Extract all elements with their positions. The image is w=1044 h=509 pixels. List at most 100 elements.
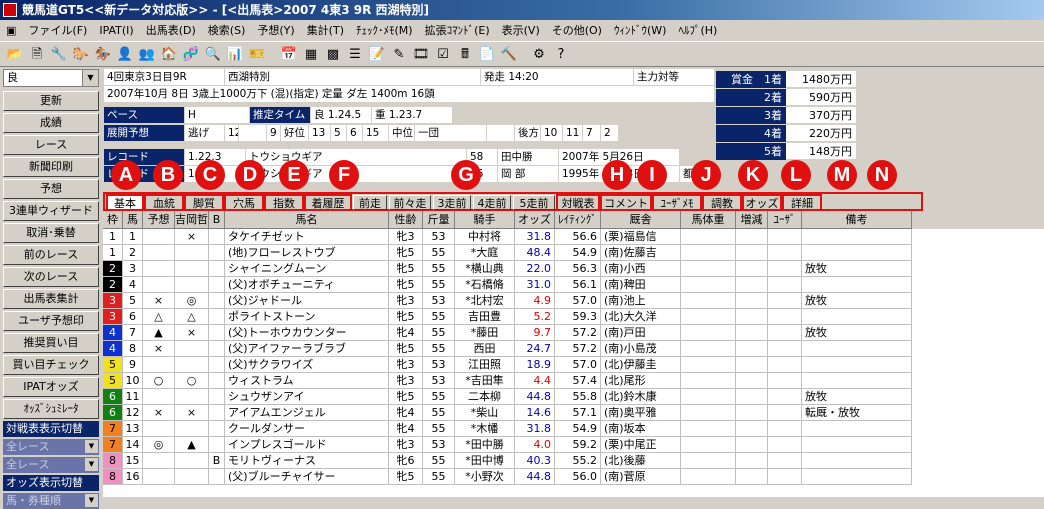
sidebar-button-6[interactable]: 取消･乗替 bbox=[3, 223, 99, 243]
tool-icon[interactable]: 🔧 bbox=[50, 46, 68, 64]
sidebar-button-3[interactable]: 新聞印刷 bbox=[3, 157, 99, 177]
sidebar-button-7[interactable]: 前のレース bbox=[3, 245, 99, 265]
list-icon[interactable]: ☰ bbox=[346, 46, 364, 64]
menu-item-4[interactable]: 予想(Y) bbox=[251, 20, 300, 41]
tab-1[interactable]: 血統 bbox=[144, 194, 184, 211]
table-row[interactable]: 5 10 ○ ○ ウィストラム 牝3 53 *吉田隼 4.4 57.4 (北)尾形 bbox=[103, 373, 1044, 389]
horse-icon[interactable]: 🐎 bbox=[72, 46, 90, 64]
table-row[interactable]: 7 13 クールダンサー 牝4 55 *木幡 31.8 54.9 (南)坂本 bbox=[103, 421, 1044, 437]
owner-icon[interactable]: 👥 bbox=[138, 46, 156, 64]
table-row[interactable]: 3 6 △ △ ポライトストーン 牝5 55 吉田豊 5.2 59.3 (北)大久洋 bbox=[103, 309, 1044, 325]
trainer-icon[interactable]: 👤 bbox=[116, 46, 134, 64]
calendar-icon[interactable]: 📅 bbox=[280, 46, 298, 64]
memo-icon[interactable]: 📝 bbox=[368, 46, 386, 64]
chart-icon[interactable]: 📊 bbox=[226, 46, 244, 64]
tab-0[interactable]: 基本 bbox=[106, 194, 144, 211]
sidebar-button-14[interactable]: ｵｯｽﾞｼｭﾐﾚｰﾀ bbox=[3, 399, 99, 419]
sidebar-button-13[interactable]: IPATオッズ bbox=[3, 377, 99, 397]
table-row[interactable]: 6 12 × × アイアムエンジェル 牝4 55 *柴山 14.6 57.1 (南)奥平雅 転厩・放牧 bbox=[103, 405, 1044, 421]
film-icon[interactable]: 🎞 bbox=[412, 46, 430, 64]
tab-15[interactable]: オッズ bbox=[742, 194, 782, 211]
table-row[interactable]: 1 2 (地)フローレストウブ 牝5 55 *大庭 48.4 54.9 (南)佐藤吉 bbox=[103, 245, 1044, 261]
sidebar-button-2[interactable]: レース bbox=[3, 135, 99, 155]
table-row[interactable]: 2 3 シャイニングムーン 牝5 55 *横山典 22.0 56.3 (南)小西 放牧 bbox=[103, 261, 1044, 277]
help-icon[interactable]: ? bbox=[552, 46, 570, 64]
column-header-2[interactable]: 予想 bbox=[143, 211, 175, 229]
open-icon[interactable]: 📂 bbox=[6, 46, 24, 64]
sidebar-button-4[interactable]: 予想 bbox=[3, 179, 99, 199]
tab-3[interactable]: 穴馬 bbox=[224, 194, 264, 211]
table-row[interactable]: 4 7 ▲ × (父)トーホウカウンター 牝4 55 *藤田 9.7 57.2 (南)戸田 放牧 bbox=[103, 325, 1044, 341]
menu-item-11[interactable]: ﾍﾙﾌﾟ(H) bbox=[672, 20, 723, 41]
settings-icon[interactable]: ⚙ bbox=[530, 46, 548, 64]
ticket-icon[interactable]: 🎫 bbox=[248, 46, 266, 64]
column-header-1[interactable]: 馬 bbox=[123, 211, 143, 229]
sidebar-button-10[interactable]: ユーザ予想印 bbox=[3, 311, 99, 331]
chevron-down-icon[interactable]: ▼ bbox=[85, 458, 98, 471]
tab-16[interactable]: 詳細 bbox=[782, 194, 822, 211]
column-header-15[interactable]: 備考 bbox=[802, 211, 912, 229]
doc-icon[interactable]: 📄 bbox=[478, 46, 496, 64]
jockey-icon[interactable]: 🏇 bbox=[94, 46, 112, 64]
table-row[interactable]: 6 11 シュウザンアイ 牝5 55 二本柳 44.8 55.8 (北)鈴木康 放牧 bbox=[103, 389, 1044, 405]
menu-item-1[interactable]: IPAT(I) bbox=[93, 20, 139, 41]
column-header-13[interactable]: 増減 bbox=[736, 211, 768, 229]
menu-item-8[interactable]: 表示(V) bbox=[496, 20, 546, 41]
table-row[interactable]: 8 16 (父)ブルーチャイサー 牝5 55 *小野次 44.8 56.0 (南)菅原 bbox=[103, 469, 1044, 485]
tab-11[interactable]: 対戦表 bbox=[556, 194, 600, 211]
chevron-down-icon[interactable]: ▼ bbox=[82, 70, 98, 86]
table-icon[interactable]: ▦ bbox=[302, 46, 320, 64]
column-header-14[interactable]: ﾕｰｻﾞ bbox=[768, 211, 802, 229]
tab-14[interactable]: 調教 bbox=[702, 194, 742, 211]
tab-13[interactable]: ﾕｰｻﾞﾒﾓ bbox=[652, 194, 702, 211]
menu-item-5[interactable]: 集計(T) bbox=[301, 20, 350, 41]
column-header-3[interactable]: 吉岡哲 bbox=[175, 211, 209, 229]
search-icon[interactable]: 🔍 bbox=[204, 46, 222, 64]
column-header-0[interactable]: 枠 bbox=[103, 211, 123, 229]
column-header-9[interactable]: オッズ bbox=[515, 211, 555, 229]
column-header-11[interactable]: 厩舎 bbox=[601, 211, 681, 229]
grid-icon[interactable]: ▩ bbox=[324, 46, 342, 64]
menu-item-9[interactable]: その他(O) bbox=[546, 20, 608, 41]
chevron-down-icon[interactable]: ▼ bbox=[85, 440, 98, 453]
check-icon[interactable]: ☑ bbox=[434, 46, 452, 64]
menu-item-0[interactable]: ファイル(F) bbox=[22, 20, 93, 41]
sire-icon[interactable]: 🧬 bbox=[182, 46, 200, 64]
column-header-5[interactable]: 馬名 bbox=[225, 211, 389, 229]
tab-2[interactable]: 脚質 bbox=[184, 194, 224, 211]
display-toggle-select-1[interactable]: 全レース ▼ bbox=[3, 457, 99, 473]
table-row[interactable]: 7 14 ◎ ▲ インプレスゴールド 牝3 53 *田中勝 4.0 59.2 (栗)中尾正 bbox=[103, 437, 1044, 453]
column-header-10[interactable]: ﾚｲﾃｨﾝｸﾞ bbox=[555, 211, 601, 229]
column-header-4[interactable]: B bbox=[209, 211, 225, 229]
tab-7[interactable]: 前々走 bbox=[389, 195, 431, 210]
sidebar-button-8[interactable]: 次のレース bbox=[3, 267, 99, 287]
breeder-icon[interactable]: 🏠 bbox=[160, 46, 178, 64]
column-header-7[interactable]: 斤量 bbox=[423, 211, 455, 229]
table-row[interactable]: 3 5 × ◎ (父)ジャドール 牝3 53 *北村宏 4.9 57.0 (南)池上 放牧 bbox=[103, 293, 1044, 309]
tab-6[interactable]: 前走 bbox=[353, 195, 387, 210]
tab-8[interactable]: 3走前 bbox=[433, 195, 471, 210]
column-header-6[interactable]: 性齢 bbox=[389, 211, 423, 229]
chevron-down-icon[interactable]: ▼ bbox=[85, 494, 98, 507]
table-row[interactable]: 2 4 (父)オボチューニティ 牝5 55 *石橋脩 31.0 56.1 (南)稗田 bbox=[103, 277, 1044, 293]
column-header-8[interactable]: 騎手 bbox=[455, 211, 515, 229]
sidebar-button-5[interactable]: 3連単ウィザード bbox=[3, 201, 99, 221]
sidebar-button-0[interactable]: 更新 bbox=[3, 91, 99, 111]
wrench-icon[interactable]: 🔨 bbox=[500, 46, 518, 64]
menu-item-6[interactable]: ﾁｪｯｸ･ﾒﾓ(M) bbox=[350, 20, 419, 41]
tab-4[interactable]: 指数 bbox=[264, 194, 304, 211]
system-menu-icon[interactable]: ▣ bbox=[0, 20, 22, 41]
tab-12[interactable]: コメント bbox=[600, 194, 652, 211]
sidebar-button-1[interactable]: 成績 bbox=[3, 113, 99, 133]
menu-item-3[interactable]: 検索(S) bbox=[202, 20, 252, 41]
sidebar-button-11[interactable]: 推奨買い目 bbox=[3, 333, 99, 353]
sidebar-button-12[interactable]: 買い目チェック bbox=[3, 355, 99, 375]
tab-5[interactable]: 着履歴 bbox=[304, 194, 352, 211]
sidebar-button-9[interactable]: 出馬表集計 bbox=[3, 289, 99, 309]
menu-item-2[interactable]: 出馬表(D) bbox=[140, 20, 202, 41]
tab-10[interactable]: 5走前 bbox=[513, 195, 555, 210]
table-row[interactable]: 4 8 × (父)アイファーラブラブ 牝5 55 西田 24.7 57.2 (南)小島茂 bbox=[103, 341, 1044, 357]
column-header-12[interactable]: 馬体重 bbox=[681, 211, 736, 229]
new-icon[interactable]: 🗎 bbox=[28, 46, 46, 64]
menu-item-10[interactable]: ｳｨﾝﾄﾞｳ(W) bbox=[608, 20, 672, 41]
